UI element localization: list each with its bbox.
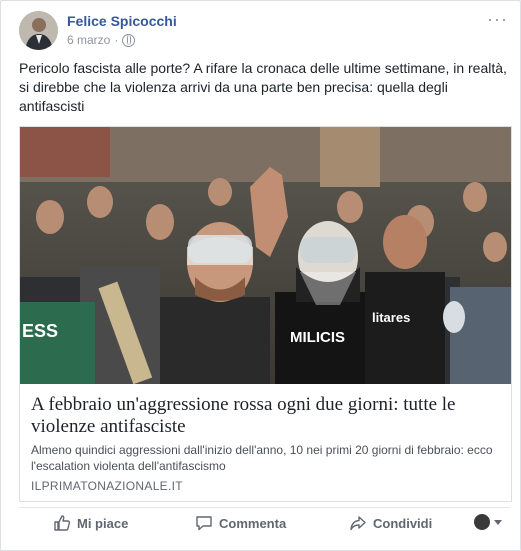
thumbs-up-icon bbox=[54, 515, 71, 531]
like-button[interactable]: Mi piace bbox=[53, 514, 128, 532]
link-preview-card[interactable]: ESS MILICIS litares A febbraio un'aggres… bbox=[19, 126, 512, 502]
react-as-selector[interactable] bbox=[474, 514, 502, 530]
author-name[interactable]: Felice Spicocchi bbox=[67, 13, 177, 29]
post-text: Pericolo fascista alle porte? A rifare l… bbox=[19, 60, 507, 114]
globe-icon bbox=[122, 33, 136, 47]
chevron-down-icon bbox=[494, 519, 502, 525]
meta-separator: · bbox=[114, 33, 119, 47]
comment-button[interactable]: Commenta bbox=[195, 514, 286, 532]
facebook-post: Felice Spicocchi 6 marzo · ··· Pericolo … bbox=[0, 0, 521, 551]
share-button[interactable]: Condividi bbox=[349, 514, 432, 532]
author-avatar[interactable] bbox=[19, 11, 58, 50]
like-label: Mi piace bbox=[77, 515, 129, 531]
page-avatar-icon bbox=[474, 514, 490, 530]
comment-label: Commenta bbox=[219, 515, 287, 531]
shirt-text-milicis: MILICIS bbox=[290, 329, 345, 346]
post-header: Felice Spicocchi 6 marzo · ··· bbox=[19, 9, 508, 51]
comment-icon bbox=[196, 516, 212, 531]
post-actions-bar: Mi piace Commenta Condividi bbox=[19, 507, 510, 538]
post-meta: 6 marzo · bbox=[67, 33, 136, 47]
link-preview-body[interactable]: A febbraio un'aggressione rossa ogni due… bbox=[20, 384, 511, 501]
share-arrow-icon bbox=[350, 516, 366, 531]
share-label: Condividi bbox=[373, 515, 433, 531]
link-description: Almeno quindici aggressioni dall'inizio … bbox=[31, 443, 493, 473]
shirt-text-ess: ESS bbox=[22, 321, 58, 341]
link-title[interactable]: A febbraio un'aggressione rossa ogni due… bbox=[31, 394, 501, 438]
link-preview-image[interactable]: ESS MILICIS litares bbox=[20, 127, 511, 384]
link-domain: ILPRIMATONAZIONALE.IT bbox=[31, 479, 183, 493]
shirt-text-litares: litares bbox=[372, 310, 410, 325]
ellipsis-icon[interactable]: ··· bbox=[487, 9, 508, 30]
post-date[interactable]: 6 marzo bbox=[67, 33, 110, 47]
